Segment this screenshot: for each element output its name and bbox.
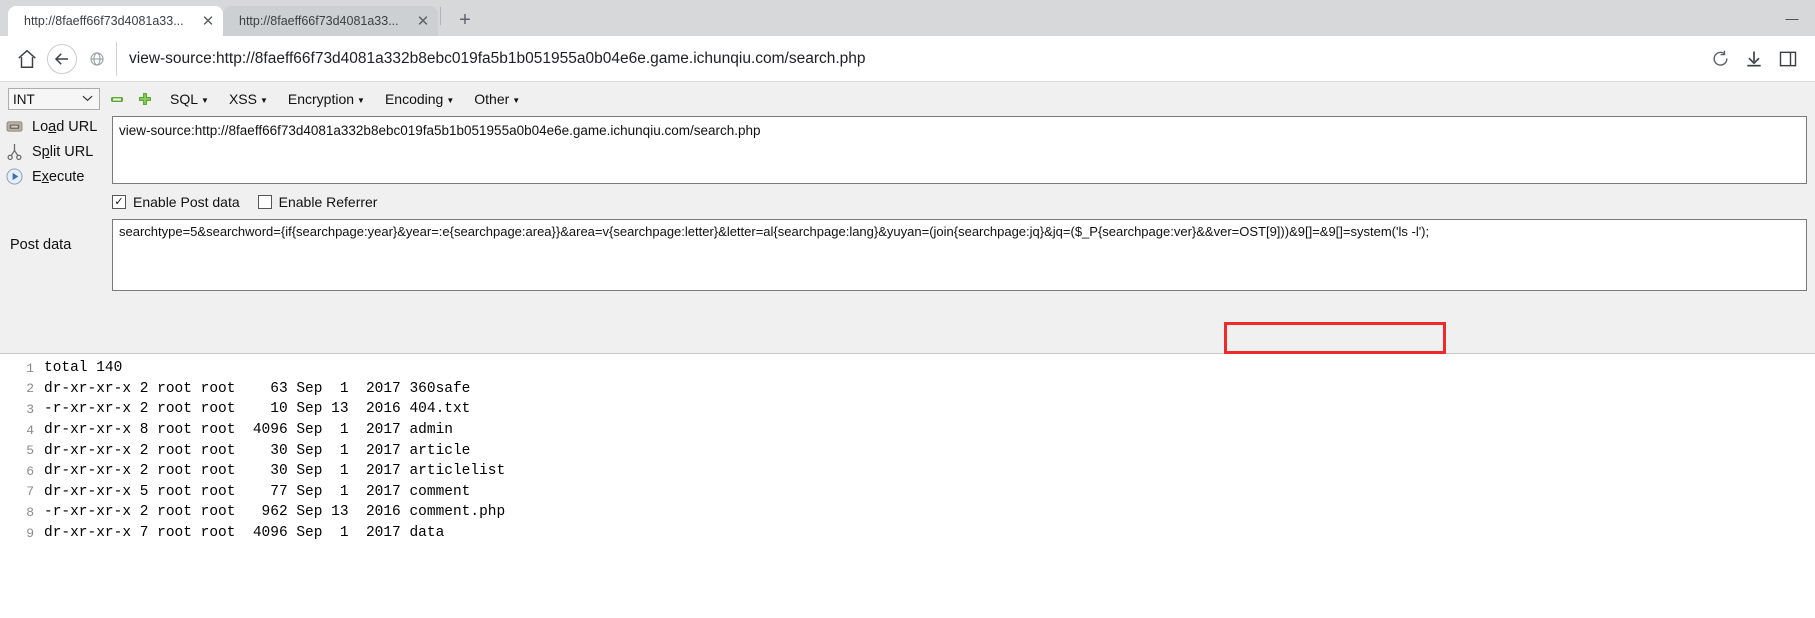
line-number: 1 [26,360,34,376]
chevron-down-icon: ▼ [259,96,268,105]
source-line: 3 -r-xr-xr-x 2 root root 10 Sep 13 2016 … [0,399,1815,420]
download-icon[interactable] [1737,42,1771,76]
execute-label: Execute [32,168,85,185]
hackbar-options: ✓ Enable Post data Enable Referrer [0,189,1815,215]
address-bar-url: view-source:http://8faeff66f73d4081a332b… [129,49,866,67]
source-line: 5 dr-xr-xr-x 2 root root 30 Sep 1 2017 a… [0,440,1815,461]
hackbar-toolbar: INT SQL ▼ XSS ▼ Encryption ▼ Encoding ▼ … [0,82,1815,112]
line-number: 2 [26,381,34,397]
line-text: -r-xr-xr-x 2 root root 10 Sep 13 2016 40… [44,401,471,418]
enable-referrer-label: Enable Referrer [278,194,378,210]
menu-encoding-label: Encoding [384,91,444,107]
source-line: 9 dr-xr-xr-x 7 root root 4096 Sep 1 2017… [0,523,1815,544]
hackbar-action-buttons: Load URL Split URL Execute [0,112,112,189]
source-line: 8 -r-xr-xr-x 2 root root 962 Sep 13 2016… [0,502,1815,523]
enable-post-data-label: Enable Post data [133,194,240,210]
add-tab-button[interactable] [134,88,156,110]
menu-encryption[interactable]: Encryption ▼ [282,91,371,107]
navbar-actions [1703,42,1805,76]
menu-xss[interactable]: XSS ▼ [223,91,274,107]
line-text: dr-xr-xr-x 8 root root 4096 Sep 1 2017 a… [44,422,453,439]
tab-title: http://8faeff66f73d4081a33... [239,14,399,28]
menu-other[interactable]: Other ▼ [468,91,526,107]
line-text: dr-xr-xr-x 2 root root 30 Sep 1 2017 art… [44,442,471,459]
type-select-value: INT [13,91,35,107]
line-text: dr-xr-xr-x 7 root root 4096 Sep 1 2017 d… [44,525,445,542]
view-source-output: 1 total 140 2 dr-xr-xr-x 2 root root 63 … [0,354,1815,618]
chevron-down-icon: ▼ [512,96,521,105]
browser-navbar: view-source:http://8faeff66f73d4081a332b… [0,36,1815,82]
post-data-input[interactable]: searchtype=5&searchword={if{searchpage:y… [112,219,1807,291]
menu-sql[interactable]: SQL ▼ [164,91,215,107]
split-url-button[interactable]: Split URL [0,139,112,164]
remove-tab-button[interactable] [106,88,128,110]
line-number: 3 [26,401,34,417]
line-number: 4 [26,422,34,438]
back-arrow-icon[interactable] [47,43,77,74]
enable-referrer-checkbox[interactable]: Enable Referrer [257,194,378,210]
browser-tab-1[interactable]: http://8faeff66f73d4081a33... ✕ [8,6,223,36]
source-line: 7 dr-xr-xr-x 5 root root 77 Sep 1 2017 c… [0,482,1815,503]
minimize-button[interactable]: — [1769,3,1815,33]
line-text: total 140 [44,360,123,377]
source-line: 4 dr-xr-xr-x 8 root root 4096 Sep 1 2017… [0,420,1815,441]
execute-button[interactable]: Execute [0,164,112,189]
enable-post-data-checkbox[interactable]: ✓ Enable Post data [112,194,240,210]
home-icon[interactable] [10,42,44,76]
source-line: 6 dr-xr-xr-x 2 root root 30 Sep 1 2017 a… [0,461,1815,482]
chevron-down-icon: ▼ [446,96,455,105]
address-bar[interactable]: view-source:http://8faeff66f73d4081a332b… [116,41,1697,76]
source-line: 1 total 140 [0,358,1815,379]
hackbar-postdata-row: Post data searchtype=5&searchword={if{se… [0,215,1815,291]
source-line: 2 dr-xr-xr-x 2 root root 63 Sep 1 2017 3… [0,379,1815,400]
browser-tab-2[interactable]: http://8faeff66f73d4081a33... ✕ [223,6,438,36]
menu-encoding[interactable]: Encoding ▼ [379,91,460,107]
line-text: dr-xr-xr-x 5 root root 77 Sep 1 2017 com… [44,483,471,500]
payload-highlight-box [1224,322,1446,354]
split-url-label: Split URL [32,143,94,160]
line-number: 9 [26,525,34,541]
window-controls: — [1769,0,1815,36]
chevron-down-icon [82,94,93,105]
post-data-label: Post data [10,237,72,253]
load-url-button[interactable]: Load URL [0,114,112,139]
menu-xss-label: XSS [228,91,257,107]
hackbar-url-row: Load URL Split URL Execute view-source:h… [0,112,1815,189]
load-url-icon [4,119,24,134]
new-tab-button[interactable]: + [451,6,479,34]
menu-other-label: Other [474,91,510,107]
menu-encryption-label: Encryption [287,91,355,107]
reload-icon[interactable] [1703,42,1737,76]
line-number: 5 [26,443,34,459]
tab-title: http://8faeff66f73d4081a33... [24,14,184,28]
load-url-label: Load URL [32,118,98,135]
checkbox-mark [257,195,272,209]
menu-sql-label: SQL [170,91,199,107]
tab-divider [440,7,441,25]
sidebar-icon[interactable] [1771,42,1805,76]
line-number: 8 [26,504,34,520]
split-url-icon [4,143,24,160]
close-icon[interactable]: ✕ [414,12,432,30]
globe-icon [80,42,114,76]
line-text: dr-xr-xr-x 2 root root 63 Sep 1 2017 360… [44,380,471,397]
browser-tabstrip: http://8faeff66f73d4081a33... ✕ http://8… [0,0,1815,36]
chevron-down-icon: ▼ [357,96,365,105]
type-select[interactable]: INT [8,88,100,110]
line-number: 7 [26,484,34,500]
hackbar-url-input[interactable]: view-source:http://8faeff66f73d4081a332b… [112,116,1807,184]
line-text: -r-xr-xr-x 2 root root 962 Sep 13 2016 c… [44,504,506,521]
close-icon[interactable]: ✕ [199,12,217,30]
hackbar-panel: INT SQL ▼ XSS ▼ Encryption ▼ Encoding ▼ … [0,82,1815,354]
execute-icon [4,168,24,185]
line-number: 6 [26,463,34,479]
line-text: dr-xr-xr-x 2 root root 30 Sep 1 2017 art… [44,463,506,480]
checkbox-mark: ✓ [112,195,126,209]
chevron-down-icon: ▼ [201,96,209,105]
